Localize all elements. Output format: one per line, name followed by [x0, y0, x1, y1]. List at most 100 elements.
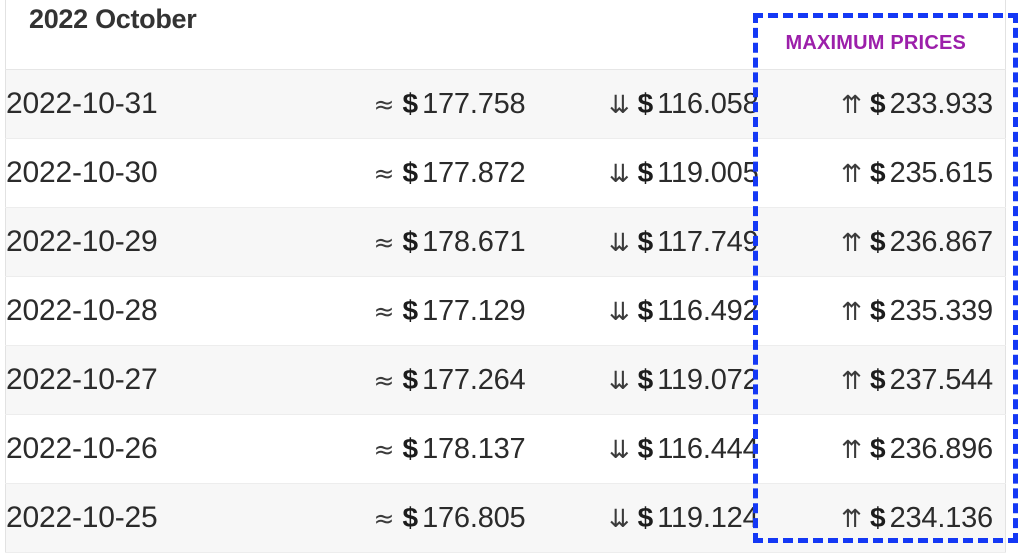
double-up-arrow-icon: ⇈ — [841, 227, 862, 257]
header-cell-month: 2022 October — [5, 0, 296, 70]
double-up-arrow-icon: ⇈ — [841, 89, 862, 119]
minimum-value: 116.058 — [657, 87, 759, 120]
cell-maximum: ⇈ $235.615 — [758, 138, 1006, 208]
average-value: 177.264 — [422, 363, 526, 396]
cell-maximum: ⇈ $237.544 — [758, 345, 1006, 415]
currency-symbol: $ — [869, 225, 886, 257]
currency-symbol: $ — [637, 87, 654, 119]
table-row[interactable]: 2022-10-27 ≈ $177.264 ⇊ $119.072 ⇈ $237.544 — [5, 345, 1006, 415]
cell-date: 2022-10-25 — [5, 483, 296, 553]
double-down-arrow-icon: ⇊ — [608, 296, 630, 326]
currency-symbol: $ — [637, 363, 654, 395]
approx-icon: ≈ — [373, 89, 395, 119]
double-up-arrow-icon: ⇈ — [841, 158, 862, 188]
double-down-arrow-icon: ⇊ — [608, 227, 630, 257]
maximum-prices-header-label: MAXIMUM PRICES — [785, 32, 967, 54]
maximum-value: 234.136 — [889, 501, 994, 534]
currency-symbol: $ — [402, 501, 419, 533]
cell-average: ≈ $178.671 — [295, 207, 526, 277]
minimum-value: 119.124 — [657, 501, 759, 534]
minimum-value: 116.444 — [657, 432, 759, 465]
cell-average: ≈ $176.805 — [295, 483, 526, 553]
average-value: 178.671 — [422, 225, 526, 258]
table-row[interactable]: 2022-10-28 ≈ $177.129 ⇊ $116.492 ⇈ $235.339 — [5, 276, 1006, 346]
double-up-arrow-icon: ⇈ — [841, 365, 862, 395]
minimum-value: 117.749 — [657, 225, 759, 258]
cell-date: 2022-10-26 — [5, 414, 296, 484]
minimum-value: 116.492 — [657, 294, 759, 327]
currency-symbol: $ — [637, 501, 654, 533]
cell-maximum: ⇈ $236.867 — [758, 207, 1006, 277]
table-header: 2022 October MAXIMUM PRICES — [5, 0, 1006, 70]
cell-minimum: ⇊ $116.444 — [525, 414, 759, 484]
cell-minimum: ⇊ $119.072 — [525, 345, 759, 415]
maximum-value: 237.544 — [889, 363, 994, 396]
cell-date: 2022-10-28 — [5, 276, 296, 346]
double-up-arrow-icon: ⇈ — [841, 434, 862, 464]
cell-minimum: ⇊ $116.492 — [525, 276, 759, 346]
currency-symbol: $ — [402, 432, 419, 464]
double-down-arrow-icon: ⇊ — [608, 89, 630, 119]
currency-symbol: $ — [869, 432, 886, 464]
double-up-arrow-icon: ⇈ — [841, 503, 862, 533]
approx-icon: ≈ — [373, 158, 395, 188]
table-row[interactable]: 2022-10-30 ≈ $177.872 ⇊ $119.005 ⇈ $235.615 — [5, 138, 1006, 208]
header-cell-minimum — [525, 0, 759, 70]
page-title: 2022 October — [29, 4, 197, 34]
average-value: 176.805 — [422, 501, 526, 534]
double-up-arrow-icon: ⇈ — [841, 296, 862, 326]
minimum-value: 119.072 — [657, 363, 759, 396]
currency-symbol: $ — [402, 363, 419, 395]
currency-symbol: $ — [869, 294, 886, 326]
approx-icon: ≈ — [373, 296, 395, 326]
cell-average: ≈ $177.129 — [295, 276, 526, 346]
table-row[interactable]: 2022-10-26 ≈ $178.137 ⇊ $116.444 ⇈ $236.896 — [5, 414, 1006, 484]
cell-maximum: ⇈ $233.933 — [758, 69, 1006, 139]
page-root: 2022 October MAXIMUM PRICES 2022-10-31 ≈ $… — [0, 0, 1024, 553]
maximum-value: 235.339 — [889, 294, 994, 327]
price-table: 2022 October MAXIMUM PRICES 2022-10-31 ≈ $… — [5, 0, 1006, 553]
currency-symbol: $ — [402, 294, 419, 326]
currency-symbol: $ — [637, 432, 654, 464]
average-value: 177.758 — [422, 87, 526, 120]
currency-symbol: $ — [402, 156, 419, 188]
maximum-value: 233.933 — [889, 87, 994, 120]
cell-minimum: ⇊ $117.749 — [525, 207, 759, 277]
double-down-arrow-icon: ⇊ — [608, 365, 630, 395]
table-row[interactable]: 2022-10-31 ≈ $177.758 ⇊ $116.058 ⇈ $233.933 — [5, 69, 1006, 139]
cell-average: ≈ $177.872 — [295, 138, 526, 208]
cell-average: ≈ $178.137 — [295, 414, 526, 484]
cell-date: 2022-10-29 — [5, 207, 296, 277]
header-cell-average — [295, 0, 526, 70]
cell-minimum: ⇊ $119.005 — [525, 138, 759, 208]
double-down-arrow-icon: ⇊ — [608, 503, 630, 533]
average-value: 177.129 — [422, 294, 526, 327]
currency-symbol: $ — [869, 501, 886, 533]
cell-date: 2022-10-30 — [5, 138, 296, 208]
cell-average: ≈ $177.758 — [295, 69, 526, 139]
currency-symbol: $ — [637, 225, 654, 257]
currency-symbol: $ — [637, 294, 654, 326]
cell-maximum: ⇈ $234.136 — [758, 483, 1006, 553]
average-value: 178.137 — [422, 432, 526, 465]
cell-maximum: ⇈ $236.896 — [758, 414, 1006, 484]
maximum-value: 235.615 — [889, 156, 994, 189]
currency-symbol: $ — [402, 225, 419, 257]
approx-icon: ≈ — [373, 365, 395, 395]
cell-date: 2022-10-31 — [5, 69, 296, 139]
double-down-arrow-icon: ⇊ — [608, 158, 630, 188]
currency-symbol: $ — [869, 87, 886, 119]
header-cell-maximum: MAXIMUM PRICES — [758, 0, 1006, 70]
maximum-value: 236.896 — [889, 432, 994, 465]
cell-maximum: ⇈ $235.339 — [758, 276, 1006, 346]
cell-average: ≈ $177.264 — [295, 345, 526, 415]
table-row[interactable]: 2022-10-25 ≈ $176.805 ⇊ $119.124 ⇈ $234.136 — [5, 483, 1006, 553]
average-value: 177.872 — [422, 156, 526, 189]
cell-minimum: ⇊ $119.124 — [525, 483, 759, 553]
approx-icon: ≈ — [373, 434, 395, 464]
table-row[interactable]: 2022-10-29 ≈ $178.671 ⇊ $117.749 ⇈ $236.867 — [5, 207, 1006, 277]
approx-icon: ≈ — [373, 227, 395, 257]
cell-minimum: ⇊ $116.058 — [525, 69, 759, 139]
header-row: 2022 October MAXIMUM PRICES — [5, 0, 1006, 70]
currency-symbol: $ — [402, 87, 419, 119]
